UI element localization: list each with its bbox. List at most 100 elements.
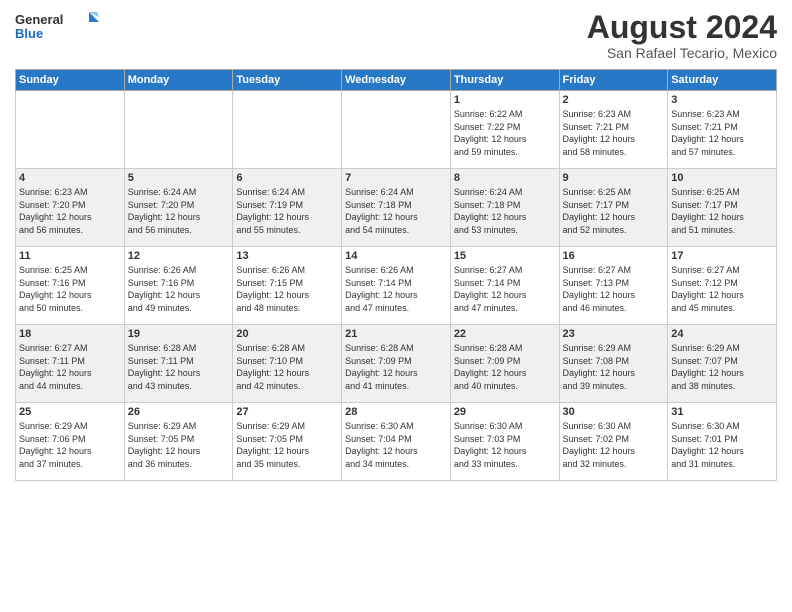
day-info: Sunrise: 6:26 AM Sunset: 7:16 PM Dayligh… [128, 264, 230, 314]
calendar-cell: 28Sunrise: 6:30 AM Sunset: 7:04 PM Dayli… [342, 403, 451, 481]
day-info: Sunrise: 6:27 AM Sunset: 7:11 PM Dayligh… [19, 342, 121, 392]
day-info: Sunrise: 6:27 AM Sunset: 7:12 PM Dayligh… [671, 264, 773, 314]
day-number: 22 [454, 328, 556, 340]
day-number: 30 [563, 406, 665, 418]
day-info: Sunrise: 6:28 AM Sunset: 7:09 PM Dayligh… [454, 342, 556, 392]
day-info: Sunrise: 6:29 AM Sunset: 7:06 PM Dayligh… [19, 420, 121, 470]
day-number: 3 [671, 94, 773, 106]
weekday-header-row: SundayMondayTuesdayWednesdayThursdayFrid… [16, 70, 777, 91]
day-info: Sunrise: 6:26 AM Sunset: 7:14 PM Dayligh… [345, 264, 447, 314]
day-number: 23 [563, 328, 665, 340]
day-number: 26 [128, 406, 230, 418]
calendar-cell: 30 Sunrise: 6:30 AM Sunset: 7:02 PM Dayli… [559, 403, 668, 481]
day-number: 29 [454, 406, 556, 418]
calendar-cell: 6Sunrise: 6:24 AM Sunset: 7:19 PM Daylig… [233, 169, 342, 247]
calendar-cell: 16Sunrise: 6:27 AM Sunset: 7:13 PM Dayli… [559, 247, 668, 325]
day-info: Sunrise: 6:27 AM Sunset: 7:13 PM Dayligh… [563, 264, 665, 314]
calendar-header: SundayMondayTuesdayWednesdayThursdayFrid… [16, 70, 777, 91]
main-title: August 2024 [587, 10, 777, 45]
calendar-cell: 24 Sunrise: 6:29 AM Sunset: 7:07 PM Dayli… [668, 325, 777, 403]
calendar-cell: 31 Sunrise: 6:30 AM Sunset: 7:01 PM Dayli… [668, 403, 777, 481]
calendar-week-3: 11Sunrise: 6:25 AM Sunset: 7:16 PM Dayli… [16, 247, 777, 325]
day-info: Sunrise: 6:29 AM Sunset: 7:05 PM Dayligh… [128, 420, 230, 470]
weekday-header-tuesday: Tuesday [233, 70, 342, 91]
calendar-cell [124, 91, 233, 169]
weekday-header-monday: Monday [124, 70, 233, 91]
day-number: 12 [128, 250, 230, 262]
calendar-cell: 1Sunrise: 6:22 AM Sunset: 7:22 PM Daylig… [450, 91, 559, 169]
day-info: Sunrise: 6:28 AM Sunset: 7:10 PM Dayligh… [236, 342, 338, 392]
calendar-cell: 20 Sunrise: 6:28 AM Sunset: 7:10 PM Dayli… [233, 325, 342, 403]
calendar-cell: 25Sunrise: 6:29 AM Sunset: 7:06 PM Dayli… [16, 403, 125, 481]
day-number: 17 [671, 250, 773, 262]
day-number: 28 [345, 406, 447, 418]
day-info: Sunrise: 6:25 AM Sunset: 7:17 PM Dayligh… [671, 186, 773, 236]
calendar-cell: 14 Sunrise: 6:26 AM Sunset: 7:14 PM Dayli… [342, 247, 451, 325]
calendar-cell: 11Sunrise: 6:25 AM Sunset: 7:16 PM Dayli… [16, 247, 125, 325]
calendar-table: SundayMondayTuesdayWednesdayThursdayFrid… [15, 69, 777, 481]
day-info: Sunrise: 6:30 AM Sunset: 7:02 PM Dayligh… [563, 420, 665, 470]
day-number: 31 [671, 406, 773, 418]
calendar-cell: 8Sunrise: 6:24 AM Sunset: 7:18 PM Daylig… [450, 169, 559, 247]
weekday-header-saturday: Saturday [668, 70, 777, 91]
day-info: Sunrise: 6:24 AM Sunset: 7:18 PM Dayligh… [454, 186, 556, 236]
weekday-header-friday: Friday [559, 70, 668, 91]
svg-text:General: General [15, 12, 63, 27]
header: General Blue August 2024 San Rafael Teca… [15, 10, 777, 61]
calendar-cell: 26 Sunrise: 6:29 AM Sunset: 7:05 PM Dayli… [124, 403, 233, 481]
day-number: 24 [671, 328, 773, 340]
calendar-cell: 29 Sunrise: 6:30 AM Sunset: 7:03 PM Dayli… [450, 403, 559, 481]
day-number: 2 [563, 94, 665, 106]
calendar-cell: 13Sunrise: 6:26 AM Sunset: 7:15 PM Dayli… [233, 247, 342, 325]
day-info: Sunrise: 6:24 AM Sunset: 7:18 PM Dayligh… [345, 186, 447, 236]
calendar-cell: 2Sunrise: 6:23 AM Sunset: 7:21 PM Daylig… [559, 91, 668, 169]
day-number: 21 [345, 328, 447, 340]
calendar-cell [342, 91, 451, 169]
day-info: Sunrise: 6:28 AM Sunset: 7:11 PM Dayligh… [128, 342, 230, 392]
calendar-cell [233, 91, 342, 169]
calendar-cell: 3 Sunrise: 6:23 AM Sunset: 7:21 PM Daylig… [668, 91, 777, 169]
calendar-week-1: 1Sunrise: 6:22 AM Sunset: 7:22 PM Daylig… [16, 91, 777, 169]
calendar-cell: 4 Sunrise: 6:23 AM Sunset: 7:20 PM Daylig… [16, 169, 125, 247]
calendar-cell: 15Sunrise: 6:27 AM Sunset: 7:14 PM Dayli… [450, 247, 559, 325]
day-number: 5 [128, 172, 230, 184]
calendar-body: 1Sunrise: 6:22 AM Sunset: 7:22 PM Daylig… [16, 91, 777, 481]
day-number: 27 [236, 406, 338, 418]
calendar-cell: 7 Sunrise: 6:24 AM Sunset: 7:18 PM Daylig… [342, 169, 451, 247]
weekday-header-thursday: Thursday [450, 70, 559, 91]
day-info: Sunrise: 6:29 AM Sunset: 7:05 PM Dayligh… [236, 420, 338, 470]
calendar-cell: 5Sunrise: 6:24 AM Sunset: 7:20 PM Daylig… [124, 169, 233, 247]
logo: General Blue [15, 10, 105, 45]
day-info: Sunrise: 6:29 AM Sunset: 7:07 PM Dayligh… [671, 342, 773, 392]
day-info: Sunrise: 6:25 AM Sunset: 7:17 PM Dayligh… [563, 186, 665, 236]
svg-text:Blue: Blue [15, 26, 43, 41]
calendar-week-4: 18 Sunrise: 6:27 AM Sunset: 7:11 PM Dayli… [16, 325, 777, 403]
calendar-cell: 19Sunrise: 6:28 AM Sunset: 7:11 PM Dayli… [124, 325, 233, 403]
calendar-week-5: 25Sunrise: 6:29 AM Sunset: 7:06 PM Dayli… [16, 403, 777, 481]
calendar-cell: 9 Sunrise: 6:25 AM Sunset: 7:17 PM Daylig… [559, 169, 668, 247]
day-number: 10 [671, 172, 773, 184]
calendar-cell: 10 Sunrise: 6:25 AM Sunset: 7:17 PM Dayli… [668, 169, 777, 247]
day-info: Sunrise: 6:28 AM Sunset: 7:09 PM Dayligh… [345, 342, 447, 392]
day-number: 7 [345, 172, 447, 184]
weekday-header-wednesday: Wednesday [342, 70, 451, 91]
day-info: Sunrise: 6:30 AM Sunset: 7:03 PM Dayligh… [454, 420, 556, 470]
day-info: Sunrise: 6:23 AM Sunset: 7:20 PM Dayligh… [19, 186, 121, 236]
day-info: Sunrise: 6:30 AM Sunset: 7:01 PM Dayligh… [671, 420, 773, 470]
logo-svg: General Blue [15, 10, 105, 45]
calendar-cell: 22 Sunrise: 6:28 AM Sunset: 7:09 PM Dayli… [450, 325, 559, 403]
day-number: 15 [454, 250, 556, 262]
calendar-week-2: 4 Sunrise: 6:23 AM Sunset: 7:20 PM Daylig… [16, 169, 777, 247]
day-info: Sunrise: 6:23 AM Sunset: 7:21 PM Dayligh… [671, 108, 773, 158]
day-info: Sunrise: 6:26 AM Sunset: 7:15 PM Dayligh… [236, 264, 338, 314]
day-number: 18 [19, 328, 121, 340]
day-number: 1 [454, 94, 556, 106]
day-number: 9 [563, 172, 665, 184]
calendar-cell: 18 Sunrise: 6:27 AM Sunset: 7:11 PM Dayli… [16, 325, 125, 403]
day-number: 6 [236, 172, 338, 184]
day-number: 14 [345, 250, 447, 262]
calendar-cell: 23Sunrise: 6:29 AM Sunset: 7:08 PM Dayli… [559, 325, 668, 403]
day-info: Sunrise: 6:25 AM Sunset: 7:16 PM Dayligh… [19, 264, 121, 314]
day-number: 4 [19, 172, 121, 184]
day-number: 20 [236, 328, 338, 340]
